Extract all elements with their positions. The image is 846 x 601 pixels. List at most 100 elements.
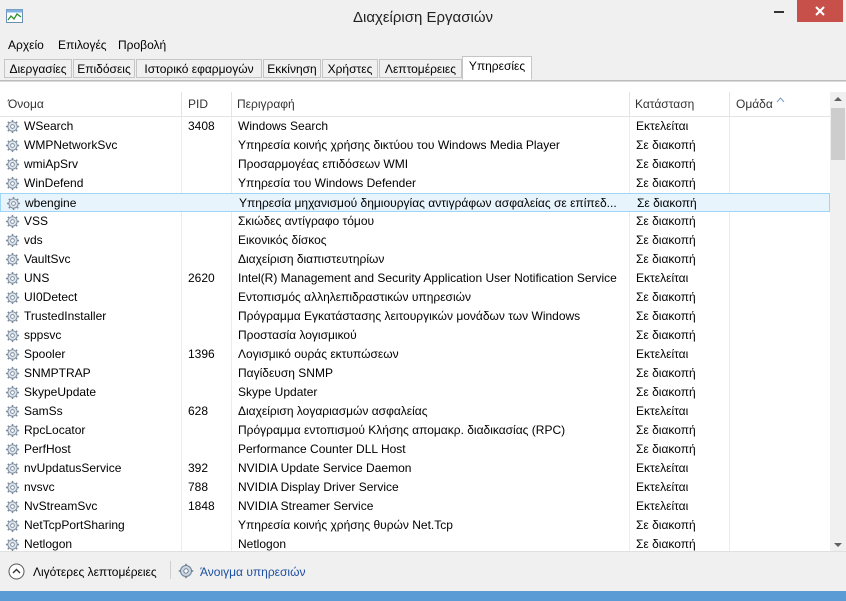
tab-services[interactable]: Υπηρεσίες <box>462 56 532 80</box>
table-row[interactable]: wbengine Υπηρεσία μηχανισμού δημιουργίας … <box>0 193 830 212</box>
service-pid: 3408 <box>188 119 215 133</box>
table-row[interactable]: WinDefend Υπηρεσία του Windows Defender Σε… <box>0 174 830 193</box>
service-name: nvUpdatusService <box>24 461 122 475</box>
column-header-name[interactable]: Όνομα <box>8 97 44 111</box>
service-name: nvsvc <box>24 480 55 494</box>
fewer-details-label: Λιγότερες λεπτομέρειες <box>33 565 157 579</box>
service-description: Σκιώδες αντίγραφο τόμου <box>238 214 375 228</box>
table-row[interactable]: nvUpdatusService 392 NVIDIA Update Service… <box>0 459 830 478</box>
gear-icon <box>5 461 20 476</box>
service-status: Σε διακοπή <box>636 423 696 437</box>
table-row[interactable]: nvsvc 788 NVIDIA Display Driver Service Εκτ… <box>0 478 830 497</box>
service-name: SNMPTRAP <box>24 366 91 380</box>
tab-users[interactable]: Χρήστες <box>322 59 378 78</box>
close-icon <box>815 6 825 16</box>
gear-icon <box>5 404 20 419</box>
menu-options[interactable]: Επιλογές <box>58 38 107 52</box>
table-row[interactable]: Spooler 1396 Λογισμικό ουράς εκτυπώσεων Εκτ… <box>0 345 830 364</box>
table-row[interactable]: SNMPTRAP Παγίδευση SNMP Σε διακοπή <box>0 364 830 383</box>
table-row[interactable]: WSearch 3408 Windows Search Εκτελείται <box>0 117 830 136</box>
table-row[interactable]: PerfHost Performance Counter DLL Host Σε δ… <box>0 440 830 459</box>
service-description: Εικονικός δίσκος <box>238 233 327 247</box>
vertical-scrollbar[interactable] <box>830 92 846 552</box>
window-frame-edge <box>0 591 846 601</box>
title-bar[interactable]: Διαχείριση Εργασιών <box>0 0 846 37</box>
service-status: Εκτελείται <box>636 499 689 513</box>
gear-icon <box>5 252 20 267</box>
gear-icon <box>5 233 20 248</box>
column-header-pid[interactable]: PID <box>188 97 208 111</box>
service-name: PerfHost <box>24 442 71 456</box>
service-status: Σε διακοπή <box>636 157 696 171</box>
table-row[interactable]: RpcLocator Πρόγραμμα εντοπισμού Κλήσης απ… <box>0 421 830 440</box>
table-row[interactable]: NetTcpPortSharing Υπηρεσία κοινής χρήσης … <box>0 516 830 535</box>
service-description: NVIDIA Update Service Daemon <box>238 461 412 475</box>
gear-icon <box>5 290 20 305</box>
column-divider[interactable] <box>231 92 232 116</box>
tab-app-history[interactable]: Ιστορικό εφαρμογών <box>136 59 262 78</box>
service-name: RpcLocator <box>24 423 86 437</box>
service-name: VaultSvc <box>24 252 71 266</box>
scroll-up-button[interactable] <box>830 92 846 106</box>
menu-file[interactable]: Αρχείο <box>8 38 44 52</box>
table-row[interactable]: WMPNetworkSvc Υπηρεσία κοινής χρήσης δικτ… <box>0 136 830 155</box>
service-status: Σε διακοπή <box>636 518 696 532</box>
gear-icon <box>5 176 20 191</box>
service-status: Σε διακοπή <box>637 196 697 210</box>
gear-icon <box>5 442 20 457</box>
tab-details[interactable]: Λεπτομέρειες <box>379 59 462 78</box>
service-name: sppsvc <box>24 328 62 342</box>
tab-performance[interactable]: Επιδόσεις <box>73 59 135 78</box>
tab-startup[interactable]: Εκκίνηση <box>263 59 321 78</box>
service-description: Intel(R) Management and Security Applica… <box>238 271 617 285</box>
scroll-down-button[interactable] <box>830 538 846 552</box>
service-description: Υπηρεσία μηχανισμού δημιουργίας αντιγράφ… <box>239 196 617 210</box>
service-description: Διαχείριση λογαριασμών ασφαλείας <box>238 404 428 418</box>
minimize-button[interactable] <box>764 0 794 22</box>
service-status: Εκτελείται <box>636 461 689 475</box>
service-description: Διαχείριση διαπιστευτηρίων <box>238 252 385 266</box>
table-row[interactable]: TrustedInstaller Πρόγραμμα Εγκατάστασης λ… <box>0 307 830 326</box>
service-name: UNS <box>24 271 50 285</box>
table-row[interactable]: VSS Σκιώδες αντίγραφο τόμου Σε διακοπή <box>0 212 830 231</box>
scrollbar-thumb[interactable] <box>831 108 845 160</box>
column-divider[interactable] <box>629 92 630 116</box>
menu-view[interactable]: Προβολή <box>118 38 166 52</box>
gear-icon <box>5 423 20 438</box>
service-name: WMPNetworkSvc <box>24 138 118 152</box>
service-status: Σε διακοπή <box>636 442 696 456</box>
gear-icon <box>5 157 20 172</box>
table-row[interactable]: vds Εικονικός δίσκος Σε διακοπή <box>0 231 830 250</box>
service-name: VSS <box>24 214 49 228</box>
table-row[interactable]: SkypeUpdate Skype Updater Σε διακοπή <box>0 383 830 402</box>
service-status: Σε διακοπή <box>636 366 696 380</box>
table-row[interactable]: VaultSvc Διαχείριση διαπιστευτηρίων Σε δια… <box>0 250 830 269</box>
close-button[interactable] <box>797 0 843 22</box>
column-divider[interactable] <box>729 92 730 116</box>
service-description: NVIDIA Streamer Service <box>238 499 374 513</box>
column-header-group[interactable]: Ομάδα <box>736 97 773 111</box>
table-row[interactable]: wmiApSrv Προσαρμογέας επιδόσεων WMI Σε δια… <box>0 155 830 174</box>
service-status: Εκτελείται <box>636 271 689 285</box>
table-row[interactable]: NvStreamSvc 1848 NVIDIA Streamer Service Εκ… <box>0 497 830 516</box>
column-header-description[interactable]: Περιγραφή <box>237 97 295 111</box>
gear-icon <box>5 366 20 381</box>
service-description: Λογισμικό ουράς εκτυπώσεων <box>238 347 399 361</box>
service-status: Σε διακοπή <box>636 309 696 323</box>
table-row[interactable]: UI0Detect Εντοπισμός αλληλεπιδραστικών υπ… <box>0 288 830 307</box>
column-header-status[interactable]: Κατάσταση <box>635 97 694 111</box>
gear-icon <box>5 119 20 134</box>
service-description: Παγίδευση SNMP <box>238 366 333 380</box>
gear-icon <box>5 309 20 324</box>
table-row[interactable]: Netlogon Netlogon Σε διακοπή <box>0 535 830 552</box>
service-description: Windows Search <box>238 119 329 133</box>
gear-icon <box>5 499 20 514</box>
service-description: Πρόγραμμα Εγκατάστασης λειτουργικών μονά… <box>238 309 581 323</box>
tab-processes[interactable]: Διεργασίες <box>4 59 72 78</box>
column-divider[interactable] <box>181 92 182 116</box>
table-row[interactable]: UNS 2620 Intel(R) Management and Security … <box>0 269 830 288</box>
table-row[interactable]: sppsvc Προστασία λογισμικού Σε διακοπή <box>0 326 830 345</box>
service-status: Σε διακοπή <box>636 233 696 247</box>
service-status: Σε διακοπή <box>636 176 696 190</box>
table-row[interactable]: SamSs 628 Διαχείριση λογαριασμών ασφαλείας… <box>0 402 830 421</box>
